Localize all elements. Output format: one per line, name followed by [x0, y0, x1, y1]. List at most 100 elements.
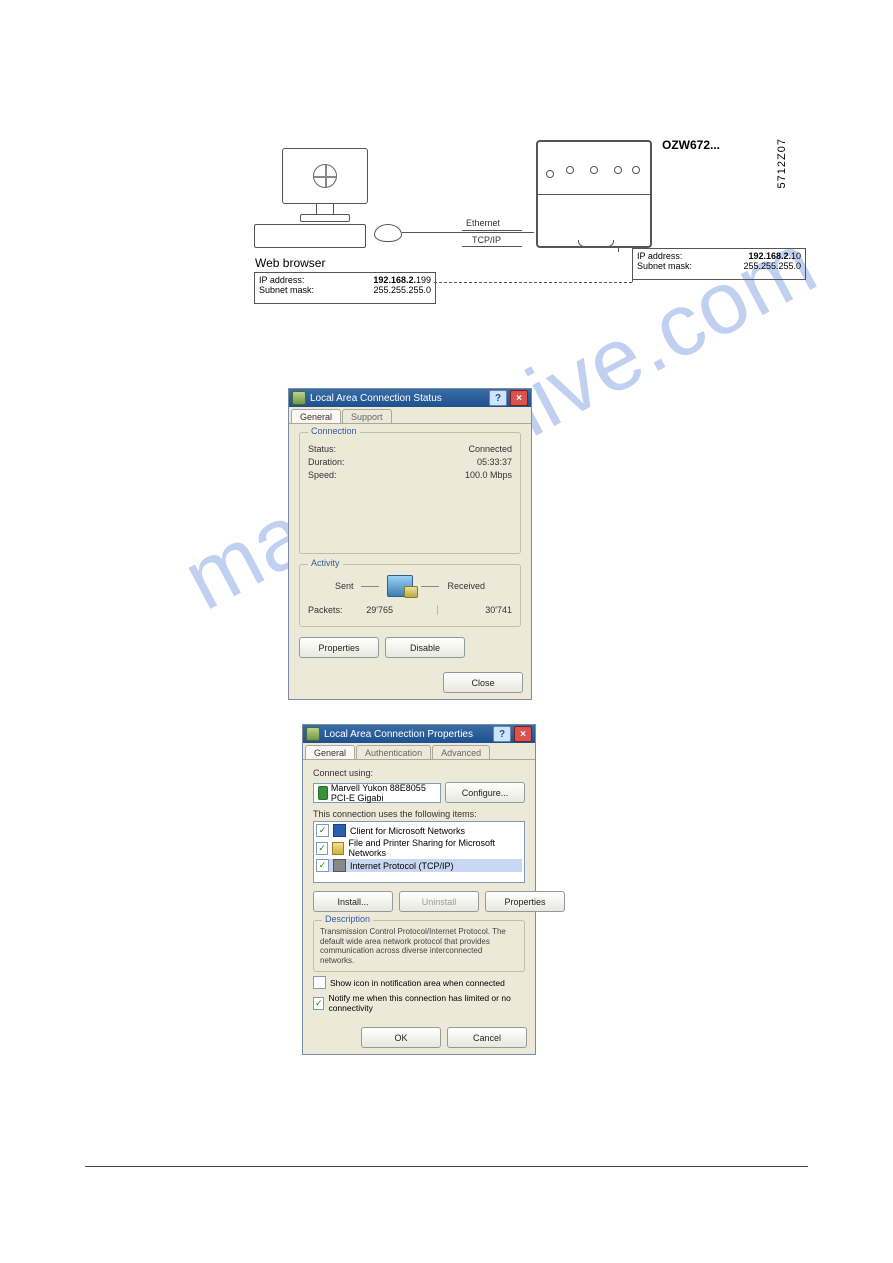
- speed-label: Speed:: [308, 470, 337, 480]
- close-button[interactable]: ×: [510, 390, 528, 406]
- item-label: File and Printer Sharing for Microsoft N…: [348, 838, 522, 858]
- pc-stand: [316, 204, 334, 214]
- keyboard-icon: [254, 224, 366, 248]
- device-port-icon: [614, 166, 622, 174]
- help-button[interactable]: ?: [489, 390, 507, 406]
- duration-label: Duration:: [308, 457, 345, 467]
- disable-button[interactable]: Disable: [385, 637, 465, 658]
- network-icon: [306, 727, 320, 741]
- close-button[interactable]: ×: [514, 726, 532, 742]
- adapter-icon: [318, 786, 328, 800]
- titlebar[interactable]: Local Area Connection Properties ?×: [303, 725, 535, 743]
- dialog-lan-status: Local Area Connection Status ?× General …: [288, 388, 532, 700]
- duration-value: 05:33:37: [477, 457, 512, 467]
- item-label: Client for Microsoft Networks: [350, 826, 465, 836]
- cancel-button[interactable]: Cancel: [447, 1027, 527, 1048]
- tab-bar: General Support: [289, 407, 531, 424]
- device-outline: [536, 140, 652, 248]
- checkbox-icon[interactable]: ✓: [316, 842, 328, 855]
- label-tcpip: TCP/IP: [472, 235, 501, 245]
- activity-icon: [387, 575, 413, 597]
- label-ethernet: Ethernet: [466, 218, 500, 228]
- protocol-icon: [333, 859, 346, 872]
- showicon-label: Show icon in notification area when conn…: [330, 978, 505, 988]
- checkbox-showicon[interactable]: [313, 976, 326, 989]
- checkbox-icon[interactable]: ✓: [316, 824, 329, 837]
- device-port-icon: [590, 166, 598, 174]
- mouse-icon: [374, 224, 402, 242]
- device-port-icon: [632, 166, 640, 174]
- device-divider: [538, 194, 650, 195]
- dev-ip-label: IP address:: [637, 251, 682, 261]
- status-label: Status:: [308, 444, 336, 454]
- adapter-name: Marvell Yukon 88E8055 PCI-E Gigabi: [331, 783, 436, 803]
- dev-ip-prefix: 192.168.2.: [748, 251, 791, 261]
- tab-advanced[interactable]: Advanced: [432, 745, 490, 759]
- globe-icon: [313, 164, 337, 188]
- description-legend: Description: [322, 914, 373, 925]
- packets-sent-value: 29'765: [343, 605, 438, 615]
- tab-general[interactable]: General: [305, 745, 355, 759]
- dash-connector: [434, 282, 632, 283]
- install-button[interactable]: Install...: [313, 891, 393, 912]
- label-underline-1: [462, 230, 522, 231]
- titlebar[interactable]: Local Area Connection Status ?×: [289, 389, 531, 407]
- items-list[interactable]: ✓ Client for Microsoft Networks ✓ File and…: [313, 821, 525, 883]
- item-properties-button[interactable]: Properties: [485, 891, 565, 912]
- page-divider: [85, 1166, 808, 1167]
- adapter-field[interactable]: Marvell Yukon 88E8055 PCI-E Gigabi: [313, 783, 441, 803]
- client-icon: [333, 824, 346, 837]
- dev-mask-value: 255.255.255.0: [743, 261, 801, 271]
- side-code: 5712Z07: [776, 138, 788, 188]
- close-dialog-button[interactable]: Close: [443, 672, 523, 693]
- pc-mask-value: 255.255.255.0: [373, 285, 431, 295]
- group-activity: Activity Sent Received Packets: 29'765 3…: [299, 564, 521, 627]
- pc-ip-box: IP address:192.168.2.199 Subnet mask:255…: [254, 272, 436, 304]
- received-label: Received: [447, 581, 485, 591]
- device-port-icon: [566, 166, 574, 174]
- description-text: Transmission Control Protocol/Internet P…: [320, 927, 506, 965]
- pc-mask-label: Subnet mask:: [259, 285, 314, 295]
- ethernet-cable: [402, 232, 534, 233]
- help-button[interactable]: ?: [493, 726, 511, 742]
- tab-bar: General Authentication Advanced: [303, 743, 535, 760]
- uses-items-label: This connection uses the following items…: [313, 809, 525, 819]
- packets-label: Packets:: [308, 605, 343, 615]
- configure-button[interactable]: Configure...: [445, 782, 525, 803]
- uninstall-button: Uninstall: [399, 891, 479, 912]
- label-underline-2: [462, 246, 522, 247]
- dash-connector: [600, 246, 632, 247]
- group-legend-connection: Connection: [308, 426, 360, 436]
- group-legend-activity: Activity: [308, 558, 343, 568]
- tab-general[interactable]: General: [291, 409, 341, 423]
- connect-using-label: Connect using:: [313, 768, 525, 778]
- properties-button[interactable]: Properties: [299, 637, 379, 658]
- pc-ip-suffix: 199: [416, 275, 431, 285]
- ok-button[interactable]: OK: [361, 1027, 441, 1048]
- dev-ip-suffix: 10: [791, 251, 801, 261]
- notify-label: Notify me when this connection has limit…: [328, 993, 525, 1013]
- dialog-title: Local Area Connection Properties: [324, 729, 473, 740]
- dialog-title: Local Area Connection Status: [310, 393, 442, 404]
- list-item[interactable]: ✓ Client for Microsoft Networks: [316, 824, 522, 837]
- item-label: Internet Protocol (TCP/IP): [350, 861, 454, 871]
- sent-label: Sent: [335, 581, 354, 591]
- description-box: Description Transmission Control Protoco…: [313, 920, 525, 972]
- tab-authentication[interactable]: Authentication: [356, 745, 431, 759]
- device-port-icon: [546, 170, 554, 178]
- dialog-lan-properties: Local Area Connection Properties ?× Gene…: [302, 724, 536, 1055]
- device-label: OZW672...: [662, 138, 720, 152]
- pc-base: [300, 214, 350, 222]
- checkbox-icon[interactable]: ✓: [316, 859, 329, 872]
- list-item[interactable]: ✓ File and Printer Sharing for Microsoft …: [316, 838, 522, 858]
- network-icon: [292, 391, 306, 405]
- list-item-selected[interactable]: ✓ Internet Protocol (TCP/IP): [316, 859, 522, 872]
- dev-mask-label: Subnet mask:: [637, 261, 692, 271]
- dash-connector: [632, 246, 633, 282]
- web-browser-label: Web browser: [255, 256, 325, 270]
- tab-support[interactable]: Support: [342, 409, 392, 423]
- pc-monitor: [282, 148, 368, 204]
- packets-recv-value: 30'741: [438, 605, 512, 615]
- checkbox-notify[interactable]: ✓: [313, 997, 324, 1010]
- service-icon: [332, 842, 344, 855]
